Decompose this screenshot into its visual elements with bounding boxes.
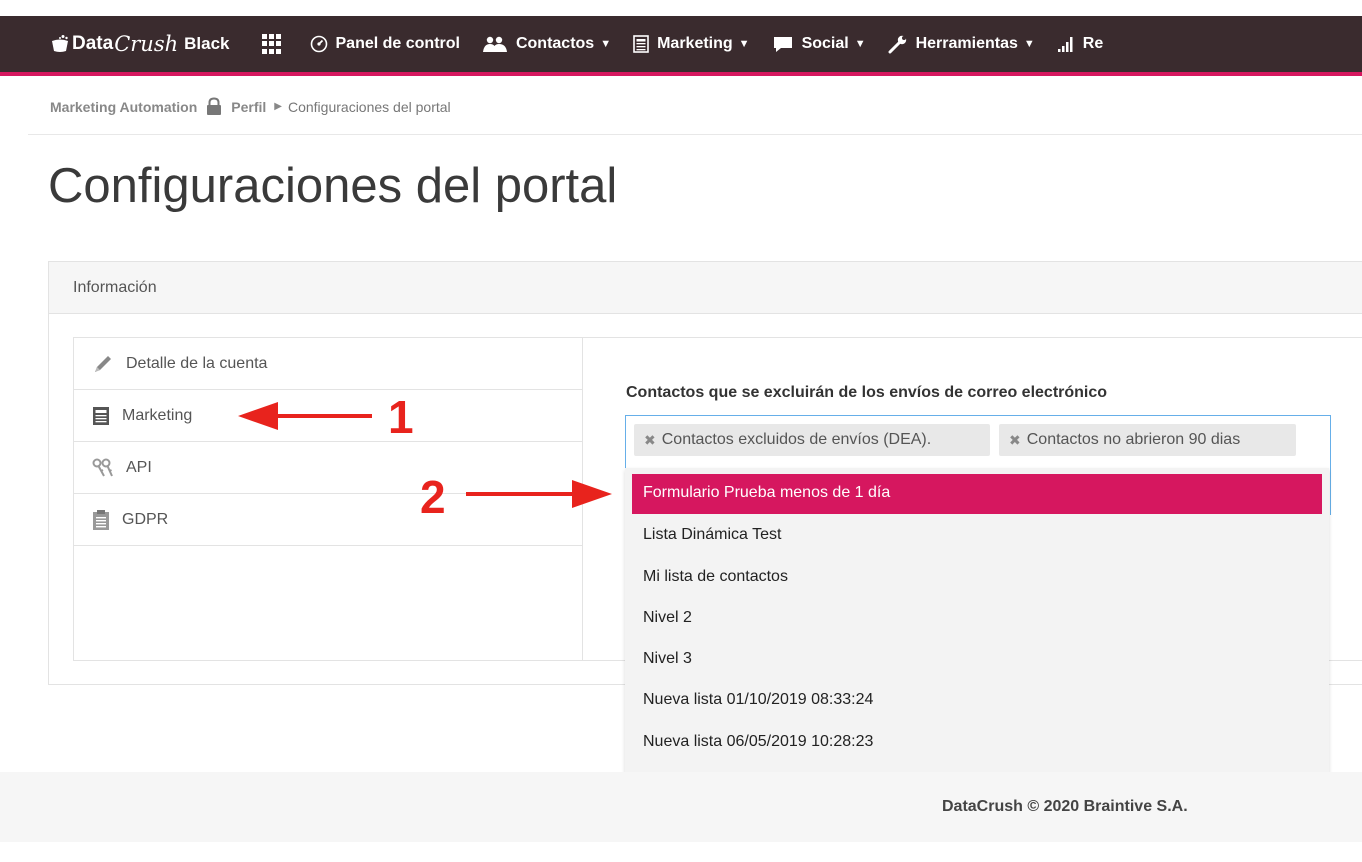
lock-icon [207,97,222,115]
dropdown-option[interactable]: Nivel 2 [643,609,692,627]
nav-label: Marketing [657,35,733,52]
dropdown-option-highlighted[interactable]: Formulario Prueba menos de 1 día [632,474,1322,514]
nav-label: Re [1082,35,1104,52]
dropdown-option[interactable]: Lista Dinámica Test [643,526,781,544]
dropdown-option[interactable]: Nivel 3 [643,650,692,668]
nav-label: Social [801,35,849,52]
tag-label: Contactos excluidos de envíos (DEA). [661,431,932,448]
wrench-icon [888,35,906,54]
users-icon [482,36,507,52]
logo-black-text: Black [184,34,230,53]
page-title: Configuraciones del portal [48,159,618,213]
caret-down-icon: ▼ [738,38,750,50]
nav-item-contactos[interactable]: Contactos ▼ [482,35,611,53]
side-item-label: Detalle de la cuenta [126,354,268,372]
breadcrumb-separator-icon: ▶ [274,101,282,112]
nav-item-panel-de-control[interactable]: Panel de control [310,35,460,53]
exclusion-dropdown: Formulario Prueba menos de 1 día Lista D… [625,468,1329,775]
signal-icon [1057,37,1073,52]
pencil-icon [95,355,111,372]
side-item-label: API [126,458,152,476]
side-item-label: GDPR [122,510,169,528]
breadcrumb: Marketing Automation Perfil ▶ Configurac… [50,97,451,116]
annotation-number-2: 2 [420,471,446,523]
nav-label: Herramientas [915,35,1018,52]
top-navbar: Data Crush Black Panel de control Contac… [0,16,1362,76]
newspaper-icon [633,35,649,53]
side-item-label: Marketing [122,406,193,424]
nav-label: Panel de control [335,35,460,52]
breadcrumb-divider [28,134,1362,135]
app-logo[interactable]: Data Crush Black [50,32,230,56]
nav-label: Contactos [515,35,595,52]
dashboard-icon [310,35,327,53]
keys-icon [92,458,113,476]
dropdown-option[interactable]: Nueva lista 06/05/2019 10:28:23 [643,733,873,751]
cup-icon [52,35,68,52]
breadcrumb-profile[interactable]: Perfil [231,99,266,115]
comment-icon [773,37,792,52]
nav-item-marketing[interactable]: Marketing ▼ [633,35,750,53]
annotation-arrow-left [238,402,372,430]
dropdown-option[interactable]: Nueva lista 01/10/2019 08:33:24 [643,691,873,709]
caret-down-icon: ▼ [1023,38,1035,50]
selected-tag[interactable]: ✖ Contactos excluidos de envíos (DEA). [634,424,990,456]
breadcrumb-root[interactable]: Marketing Automation [50,99,197,115]
footer-copyright: DataCrush © 2020 Braintive S.A. [942,798,1188,815]
panel-header: Información [49,262,1362,314]
remove-tag-icon[interactable]: ✖ [644,432,656,449]
exclusion-field-label: Contactos que se excluirán de los envíos… [626,384,1108,401]
side-item-detalle-cuenta[interactable]: Detalle de la cuenta [74,338,582,390]
newspaper-icon [93,406,109,425]
selected-tag[interactable]: ✖ Contactos no abrieron 90 dias [999,424,1296,456]
logo-crush-text: Crush [114,32,179,56]
apps-grid-icon[interactable] [261,34,282,54]
nav-item-herramientas[interactable]: Herramientas ▼ [888,34,1035,54]
tag-label: Contactos no abrieron 90 dias [1026,431,1241,448]
annotation-arrow-right [466,480,612,508]
nav-item-social[interactable]: Social ▼ [772,35,866,53]
nav-item-reports[interactable]: Re [1057,35,1103,53]
breadcrumb-current: Configuraciones del portal [287,98,451,115]
logo-data-text: Data [72,33,114,54]
dropdown-option[interactable]: Mi lista de contactos [643,568,788,586]
caret-down-icon: ▼ [854,38,866,50]
annotation-number-1: 1 [388,391,414,443]
clipboard-icon [93,509,109,530]
caret-down-icon: ▼ [600,38,612,50]
remove-tag-icon[interactable]: ✖ [1009,432,1021,449]
